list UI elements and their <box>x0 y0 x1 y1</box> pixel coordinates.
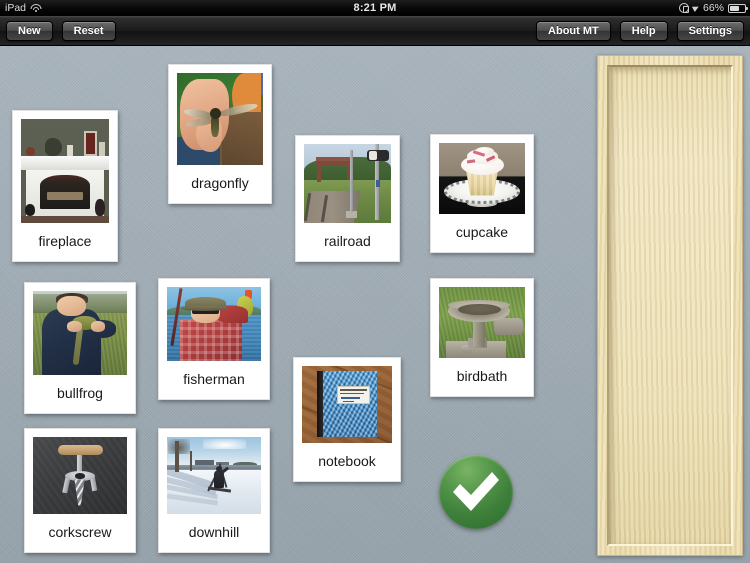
card-label-fireplace: fireplace <box>38 233 92 249</box>
card-downhill[interactable]: downhill <box>158 428 270 553</box>
settings-button[interactable]: Settings <box>676 20 744 41</box>
check-answer-button[interactable] <box>439 455 513 529</box>
about-mt-button[interactable]: About MT <box>536 20 611 41</box>
card-image-downhill <box>167 437 261 514</box>
card-dragonfly[interactable]: dragonfly <box>168 64 272 204</box>
status-bar-right: 66% <box>678 0 750 16</box>
status-bar: iPad 8:21 PM 66% <box>0 0 750 16</box>
card-bullfrog[interactable]: bullfrog <box>24 282 136 414</box>
reset-button[interactable]: Reset <box>61 20 116 41</box>
new-button[interactable]: New <box>6 20 53 41</box>
card-label-corkscrew: corkscrew <box>48 524 112 540</box>
card-image-notebook <box>302 366 392 443</box>
answer-tray-slot[interactable] <box>607 65 733 546</box>
card-label-downhill: downhill <box>188 524 240 540</box>
checkmark-icon <box>453 472 499 511</box>
card-corkscrew[interactable]: corkscrew <box>24 428 136 553</box>
card-label-notebook: notebook <box>318 453 376 469</box>
workspace: fireplace dragonfly railroad cupcake bul… <box>0 46 750 563</box>
card-fireplace[interactable]: fireplace <box>12 110 118 262</box>
card-label-railroad: railroad <box>324 233 371 249</box>
answer-tray[interactable] <box>597 55 743 556</box>
card-fisherman[interactable]: fisherman <box>158 278 270 400</box>
card-label-dragonfly: dragonfly <box>191 175 249 191</box>
card-image-railroad <box>304 144 391 223</box>
card-image-cupcake <box>439 143 525 214</box>
card-railroad[interactable]: railroad <box>295 135 400 262</box>
status-bar-clock: 8:21 PM <box>353 2 397 14</box>
card-image-fireplace <box>21 119 109 223</box>
card-image-fisherman <box>167 287 261 361</box>
toolbar-right-group: About MT Help Settings <box>536 20 744 41</box>
card-image-bullfrog <box>33 291 127 375</box>
toolbar-left-group: New Reset <box>6 20 116 41</box>
location-arrow-icon <box>691 3 701 13</box>
card-birdbath[interactable]: birdbath <box>430 278 534 397</box>
card-label-bullfrog: bullfrog <box>57 385 103 401</box>
card-label-cupcake: cupcake <box>455 224 509 240</box>
card-image-corkscrew <box>33 437 127 514</box>
toolbar: New Reset About MT Help Settings <box>0 16 750 46</box>
card-image-dragonfly <box>177 73 263 165</box>
card-label-birdbath: birdbath <box>456 368 508 384</box>
card-label-fisherman: fisherman <box>183 371 245 387</box>
battery-percent-label: 66% <box>702 2 724 14</box>
help-button[interactable]: Help <box>619 20 668 41</box>
battery-icon <box>728 3 748 13</box>
card-notebook[interactable]: notebook <box>293 357 401 482</box>
rotation-lock-icon <box>678 3 689 14</box>
card-image-birdbath <box>439 287 525 358</box>
card-cupcake[interactable]: cupcake <box>430 134 534 253</box>
